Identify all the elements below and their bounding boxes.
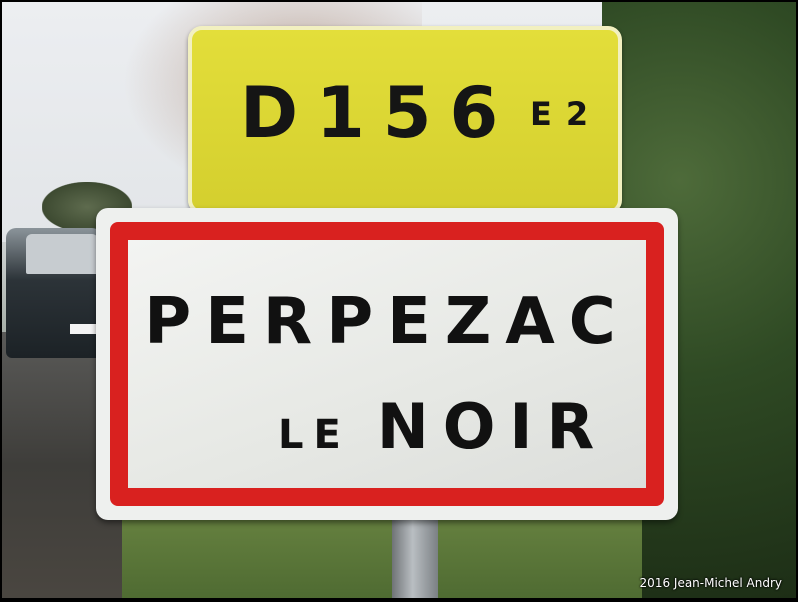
photo-credit: 2016 Jean-Michel Andry	[639, 576, 782, 590]
town-name-line2: LE NOIR	[278, 396, 608, 458]
town-entry-sign: PERPEZAC LE NOIR	[96, 208, 678, 520]
town-name-article: LE	[278, 412, 351, 458]
route-number-sign: D156 E2	[188, 26, 622, 214]
parked-car	[6, 228, 102, 358]
town-sign-red-border: PERPEZAC LE NOIR	[110, 222, 664, 506]
photo-frame: D156 E2 PERPEZAC LE NOIR 2016 Jean-Michel…	[2, 2, 796, 598]
town-name-line1: PERPEZAC	[144, 285, 630, 359]
route-number: D156	[240, 72, 517, 154]
route-suffix: E2	[530, 95, 603, 133]
town-name-suffix: NOIR	[376, 390, 609, 463]
car-windshield	[26, 234, 98, 274]
